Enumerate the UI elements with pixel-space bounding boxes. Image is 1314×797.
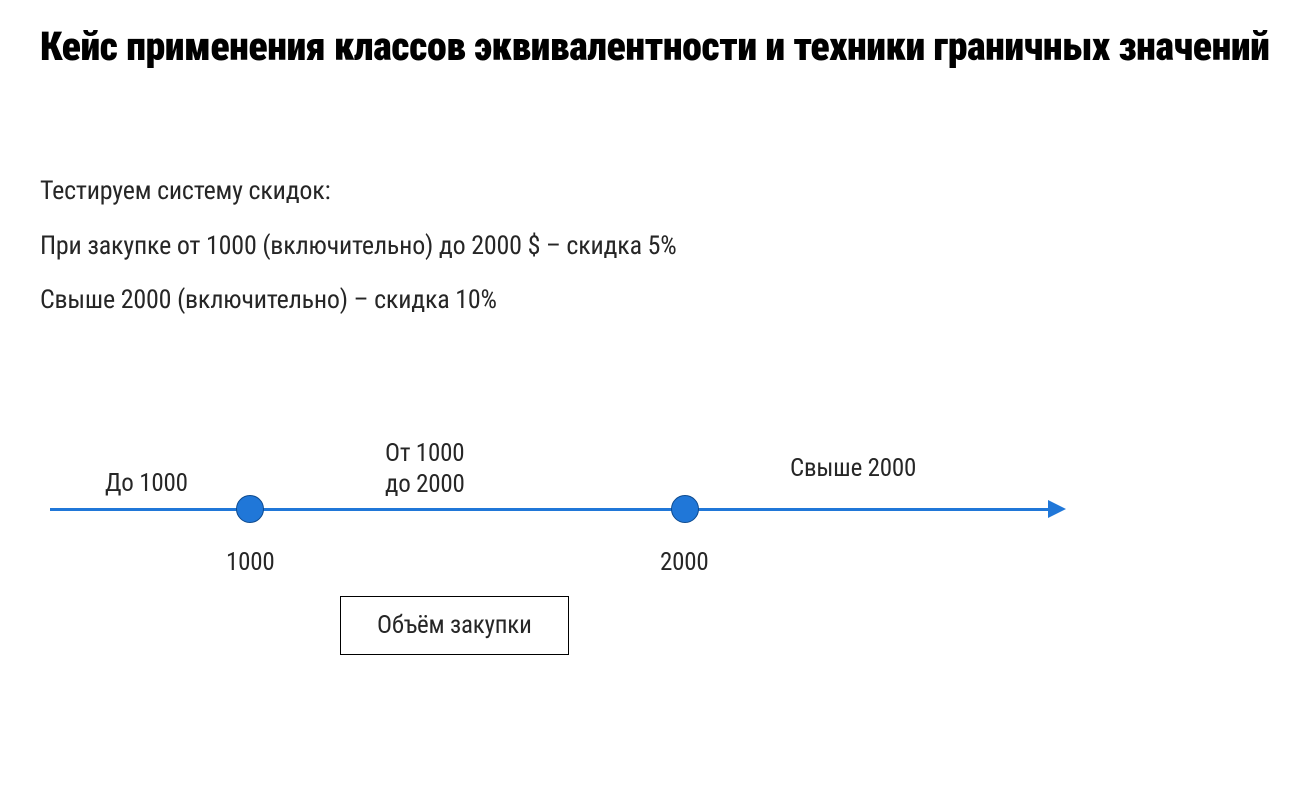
axis-label-box: Объём закупки — [340, 596, 569, 655]
description-line-1: Тестируем систему скидок: — [40, 164, 1274, 219]
region-label-above-2000: Свыше 2000 — [790, 453, 916, 484]
page-title: Кейс применения классов эквивалентности … — [40, 20, 1274, 74]
description-block: Тестируем систему скидок: При закупке от… — [40, 164, 1274, 328]
description-line-3: Свыше 2000 (включительно) – скидка 10% — [40, 273, 1274, 328]
region-label-below-1000: До 1000 — [105, 468, 188, 499]
region-label-line1: От 1000 — [385, 439, 464, 468]
region-label-line2: до 2000 — [385, 470, 465, 499]
tick-label-1000: 1000 — [226, 548, 275, 577]
number-line-diagram: До 1000 От 1000 до 2000 Свыше 2000 1000 … — [50, 408, 1070, 668]
region-label-1000-2000: От 1000 до 2000 — [385, 438, 465, 501]
boundary-point-1000 — [236, 495, 264, 523]
boundary-point-2000 — [671, 495, 699, 523]
tick-label-2000: 2000 — [660, 548, 709, 577]
description-line-2: При закупке от 1000 (включительно) до 20… — [40, 219, 1274, 274]
axis-line — [50, 508, 1050, 511]
axis-arrow-icon — [1048, 500, 1066, 518]
